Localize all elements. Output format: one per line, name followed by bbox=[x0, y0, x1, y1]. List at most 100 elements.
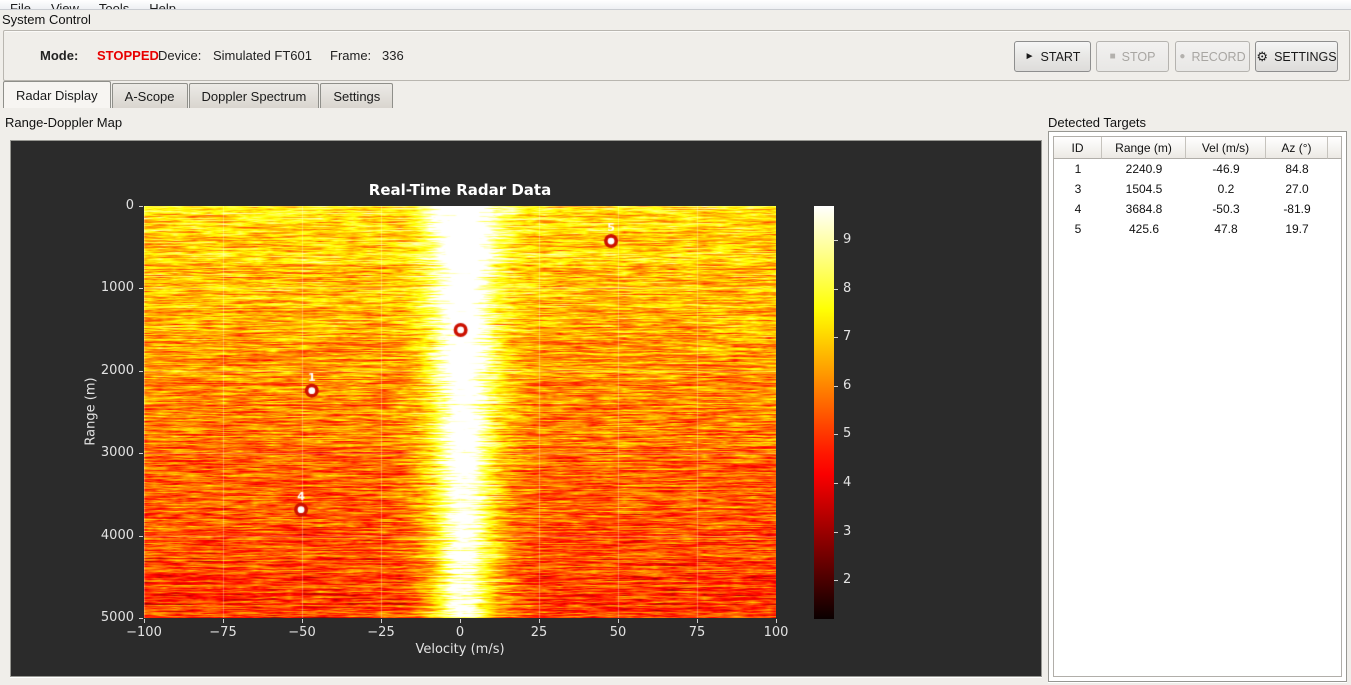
x-tick-label: 75 bbox=[688, 625, 706, 640]
x-tick-label: −100 bbox=[126, 625, 162, 640]
range-doppler-heatmap bbox=[144, 206, 776, 618]
record-button[interactable]: ● RECORD bbox=[1175, 41, 1250, 72]
stop-button[interactable]: ■ STOP bbox=[1096, 41, 1169, 72]
start-button[interactable]: ► START bbox=[1014, 41, 1091, 72]
table-cell: 27.0 bbox=[1285, 182, 1309, 196]
tab-radar-display[interactable]: Radar Display bbox=[3, 81, 111, 108]
x-tick-label: −50 bbox=[288, 625, 316, 640]
range-doppler-map-title: Range-Doppler Map bbox=[5, 115, 123, 130]
gear-icon: ⚙ bbox=[1256, 49, 1269, 64]
frame-value: 336 bbox=[382, 48, 404, 63]
target-row[interactable]: 3 1504.5 0.2 27.0 bbox=[1054, 179, 1341, 199]
table-cell: 0.2 bbox=[1217, 182, 1235, 196]
device-value: Simulated FT601 bbox=[213, 48, 312, 63]
target-row[interactable]: 5 425.6 47.8 19.7 bbox=[1054, 219, 1341, 239]
y-tick-label: 4000 bbox=[100, 527, 134, 543]
x-tick-mark bbox=[223, 619, 224, 623]
y-tick-label: 5000 bbox=[100, 610, 134, 625]
menu-bar: File View Tools Help bbox=[0, 0, 1351, 10]
y-tick-mark bbox=[139, 206, 143, 207]
colorbar-tick-label: 5 bbox=[843, 426, 852, 442]
button-label: SETTINGS bbox=[1274, 49, 1337, 64]
x-tick-label: 25 bbox=[530, 625, 548, 640]
table-cell: 5 bbox=[1074, 222, 1082, 236]
x-tick-label: 50 bbox=[609, 625, 627, 640]
table-cell: -81.9 bbox=[1283, 202, 1311, 216]
button-label: STOP bbox=[1121, 49, 1156, 64]
table-cell bbox=[1328, 159, 1341, 179]
menu-item-tools[interactable]: Tools bbox=[89, 1, 139, 9]
play-icon: ► bbox=[1024, 50, 1035, 62]
y-tick-label: 3000 bbox=[100, 445, 134, 461]
system-control-group-title: System Control bbox=[2, 12, 91, 27]
colorbar-tick-mark bbox=[834, 531, 838, 533]
colorbar-tick-label: 7 bbox=[843, 329, 852, 345]
y-axis-label: Range (m) bbox=[83, 377, 99, 446]
colorbar-tick-mark bbox=[834, 482, 838, 484]
range-doppler-chart-panel: Real-Time Radar Data Range (m) Velocity … bbox=[10, 140, 1042, 677]
y-tick-label: 0 bbox=[125, 198, 134, 213]
x-tick-mark bbox=[539, 619, 540, 623]
colorbar-tick-label: 2 bbox=[843, 572, 852, 588]
colorbar-tick-mark bbox=[834, 580, 838, 582]
table-body: 1 2240.9 -46.9 84.8 3 1504.5 0.2 27.0 4 3684.8 -50… bbox=[1054, 159, 1341, 239]
tab-doppler-spectrum[interactable]: Doppler Spectrum bbox=[188, 83, 320, 108]
table-cell: 3 bbox=[1074, 182, 1082, 196]
device-label: Device: bbox=[158, 48, 202, 63]
colorbar-tick-mark bbox=[834, 240, 838, 241]
table-cell bbox=[1328, 199, 1341, 219]
menu-item-help[interactable]: Help bbox=[139, 1, 186, 9]
detected-targets-panel: ID Range (m) Vel (m/s) Az (°) 1 2240.9 -46.9 8… bbox=[1048, 131, 1347, 682]
table-cell: -46.9 bbox=[1212, 162, 1240, 176]
radar-app-window: File View Tools Help System Control Mode: S… bbox=[0, 0, 1351, 685]
x-tick-mark bbox=[618, 619, 619, 623]
column-header-id[interactable]: ID bbox=[1054, 137, 1102, 159]
detected-targets-table[interactable]: ID Range (m) Vel (m/s) Az (°) 1 2240.9 -46.9 8… bbox=[1053, 136, 1342, 677]
x-axis-label: Velocity (m/s) bbox=[415, 642, 505, 657]
x-tick-label: 100 bbox=[763, 625, 789, 640]
x-tick-mark bbox=[460, 619, 461, 623]
mode-label: Mode: bbox=[40, 48, 79, 63]
mode-value: STOPPED bbox=[97, 48, 159, 63]
y-tick-mark bbox=[139, 370, 143, 372]
column-header-az[interactable]: Az (°) bbox=[1266, 137, 1328, 159]
button-label: RECORD bbox=[1191, 49, 1246, 64]
x-tick-label: −75 bbox=[209, 625, 237, 640]
table-cell: 47.8 bbox=[1214, 222, 1238, 236]
detected-targets-title: Detected Targets bbox=[1048, 115, 1147, 130]
table-cell: -50.3 bbox=[1212, 202, 1240, 216]
x-tick-mark bbox=[144, 619, 145, 623]
colorbar-tick-label: 4 bbox=[843, 474, 852, 490]
y-tick-mark bbox=[139, 618, 143, 619]
y-tick-mark bbox=[139, 453, 143, 455]
tab-settings[interactable]: Settings bbox=[320, 83, 394, 108]
y-tick-label: 1000 bbox=[100, 280, 134, 296]
menu-item-file[interactable]: File bbox=[0, 1, 41, 9]
target-row[interactable]: 4 3684.8 -50.3 -81.9 bbox=[1054, 199, 1341, 219]
column-header-stub[interactable] bbox=[1328, 137, 1341, 159]
tab-a-scope[interactable]: A-Scope bbox=[111, 83, 188, 108]
colorbar-tick-label: 8 bbox=[843, 280, 852, 296]
target-row[interactable]: 1 2240.9 -46.9 84.8 bbox=[1054, 159, 1341, 179]
y-tick-mark bbox=[139, 288, 143, 290]
table-cell: 425.6 bbox=[1128, 222, 1160, 236]
table-cell bbox=[1328, 219, 1341, 239]
settings-button[interactable]: ⚙ SETTINGS bbox=[1255, 41, 1338, 72]
x-tick-mark bbox=[776, 619, 777, 623]
x-tick-label: 0 bbox=[455, 625, 465, 640]
table-cell: 1 bbox=[1074, 162, 1082, 176]
table-cell: 84.8 bbox=[1285, 162, 1309, 176]
table-header-row: ID Range (m) Vel (m/s) Az (°) bbox=[1054, 137, 1341, 159]
table-cell: 4 bbox=[1074, 202, 1082, 216]
table-cell: 3684.8 bbox=[1125, 202, 1163, 216]
column-header-range-m[interactable]: Range (m) bbox=[1102, 137, 1186, 159]
x-tick-label: −25 bbox=[367, 625, 395, 640]
colorbar-tick-mark bbox=[834, 434, 838, 436]
table-cell: 1504.5 bbox=[1125, 182, 1163, 196]
colorbar-tick-label: 6 bbox=[843, 377, 852, 393]
column-header-vel-m-s[interactable]: Vel (m/s) bbox=[1186, 137, 1266, 159]
stop-icon: ■ bbox=[1109, 50, 1116, 62]
colorbar-tick-label: 3 bbox=[843, 523, 852, 539]
menu-item-view[interactable]: View bbox=[41, 1, 89, 9]
table-cell: 19.7 bbox=[1285, 222, 1309, 236]
